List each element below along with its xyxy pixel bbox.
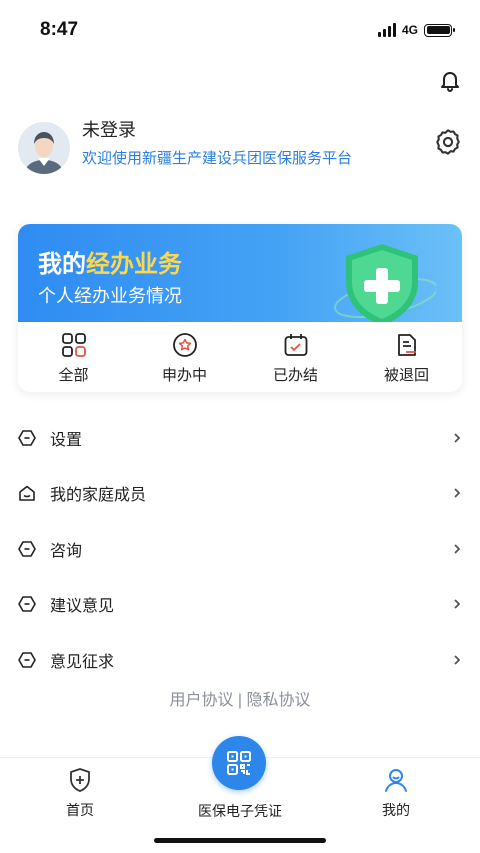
chevron-right-icon (454, 655, 461, 665)
business-subtitle: 个人经办业务情况 (38, 286, 182, 306)
business-in-progress-button[interactable]: 申办中 (129, 322, 240, 392)
chevron-right-icon (454, 488, 461, 498)
tab-mine[interactable]: 我的 (336, 758, 456, 828)
business-banner[interactable]: 我的经办业务 个人经办业务情况 (18, 224, 462, 322)
status-time: 8:47 (40, 19, 79, 40)
business-completed-label: 已办结 (272, 367, 318, 384)
menu-item-label: 咨询 (50, 542, 83, 560)
status-indicators: 4G (377, 23, 455, 37)
chevron-right-icon (454, 544, 461, 554)
profile-section: 未登录 欢迎使用新疆生产建设兵团医保服务平台 (0, 100, 480, 210)
user-icon (385, 769, 407, 792)
business-all-label: 全部 (58, 367, 89, 384)
gear-icon[interactable] (434, 128, 462, 156)
tab-home[interactable]: 首页 (20, 758, 140, 828)
agreement-links: 用户协议 | 隐私协议 (0, 686, 480, 710)
bell-icon[interactable] (438, 68, 462, 92)
signal-icon (377, 23, 396, 37)
tab-medical-insurance-code[interactable]: 医保电子凭证 (178, 736, 302, 828)
menu-list: 设置 我的家庭成员 咨询 建议意见 意见征求 (0, 410, 480, 688)
business-returned-label: 被退回 (383, 367, 429, 384)
hexagon-minus-icon (18, 651, 36, 668)
menu-item-opinion-solicitation[interactable]: 意见征求 (0, 632, 480, 688)
menu-item-suggestions[interactable]: 建议意见 (0, 577, 480, 633)
shield-plus-icon (70, 768, 90, 792)
business-returned-button[interactable]: 被退回 (351, 322, 462, 392)
business-in-progress-label: 申办中 (161, 367, 207, 384)
calendar-check-icon (284, 334, 307, 356)
business-all-button[interactable]: 全部 (18, 322, 129, 392)
business-status-grid: 全部 申办中 已办结 被退回 (18, 322, 462, 392)
top-bar (0, 60, 480, 100)
star-circle-icon (172, 333, 197, 357)
grid-icon (61, 333, 86, 357)
menu-item-label: 我的家庭成员 (50, 487, 147, 505)
shield-plus-icon (334, 244, 436, 322)
menu-item-label: 意见征求 (50, 653, 115, 671)
business-title-highlight: 经办业务 (86, 251, 182, 278)
business-title: 我的经办业务 (38, 244, 182, 279)
tab-home-label: 首页 (66, 802, 94, 818)
document-return-icon (397, 334, 416, 356)
qr-code-button[interactable] (212, 736, 266, 790)
house-icon (19, 485, 35, 502)
hexagon-minus-icon (18, 540, 36, 557)
hexagon-minus-icon (18, 429, 36, 446)
battery-icon (424, 23, 455, 37)
hexagon-minus-icon (18, 596, 36, 613)
status-bar: 8:47 4G (0, 0, 480, 60)
menu-item-label: 设置 (50, 431, 83, 449)
tab-medical-insurance-code-label: 医保电子凭证 (198, 803, 282, 819)
chevron-right-icon (454, 599, 461, 609)
business-card: 我的经办业务 个人经办业务情况 全部 申办中 已办结 被退回 (18, 224, 462, 392)
agreement-separator: | (233, 692, 247, 709)
avatar[interactable] (18, 122, 70, 174)
chevron-right-icon (454, 433, 461, 443)
login-status[interactable]: 未登录 (82, 116, 136, 142)
menu-item-label: 建议意见 (50, 598, 115, 616)
network-type: 4G (401, 23, 418, 37)
menu-item-consult[interactable]: 咨询 (0, 521, 480, 577)
menu-item-family-members[interactable]: 我的家庭成员 (0, 466, 480, 522)
menu-item-settings[interactable]: 设置 (0, 410, 480, 466)
privacy-policy-link[interactable]: 隐私协议 (247, 692, 311, 709)
business-title-prefix: 我的 (38, 251, 86, 278)
tab-mine-label: 我的 (382, 802, 410, 818)
home-indicator (154, 838, 326, 843)
user-agreement-link[interactable]: 用户协议 (169, 692, 233, 709)
business-completed-button[interactable]: 已办结 (240, 322, 351, 392)
welcome-text: 欢迎使用新疆生产建设兵团医保服务平台 (82, 150, 353, 167)
qr-code-icon (227, 751, 251, 775)
